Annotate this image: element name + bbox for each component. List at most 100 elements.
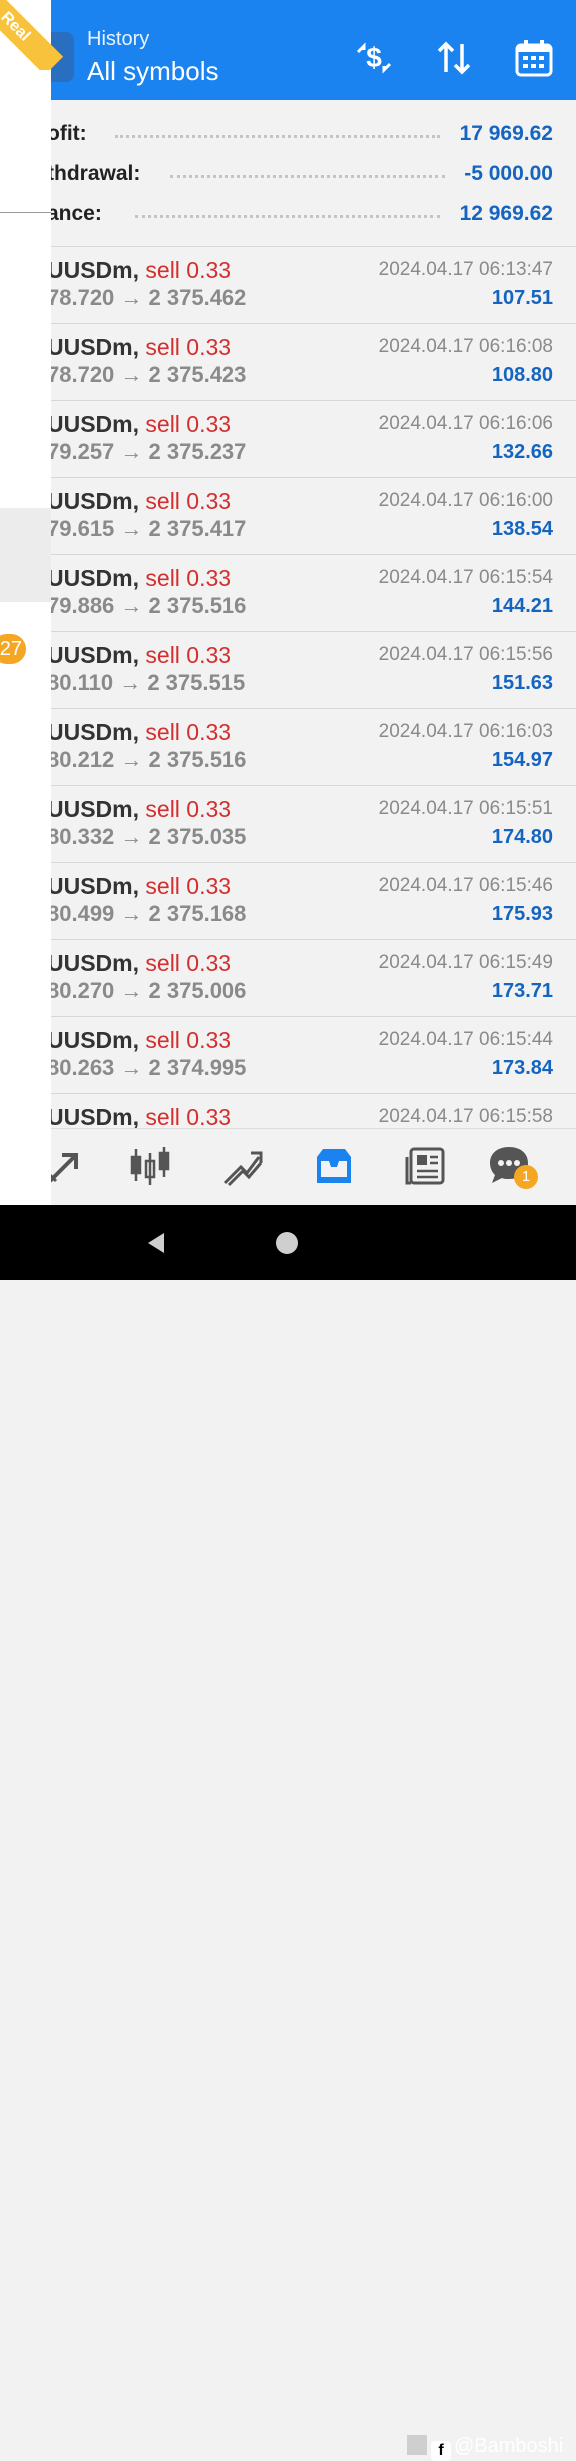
deal-prices: 80.110 → 2 375.515 — [47, 670, 246, 695]
deal-side: sell 0.33 — [145, 719, 232, 745]
deal-time: 2024.04.17 06:15:58 — [378, 1106, 553, 1127]
deal-symbol: UUSDm, — [47, 334, 140, 360]
deal-symbol: UUSDm, — [47, 642, 140, 668]
deal-symbol-line: UUSDm, sell 0.33 — [47, 719, 231, 746]
deal-open-price: 79.886 — [47, 593, 115, 618]
deal-prices: 80.212 → 2 375.516 — [47, 747, 247, 772]
deal-symbol: UUSDm, — [47, 873, 140, 899]
deal-prices: 80.499 → 2 375.168 — [47, 901, 247, 926]
deal-prices: 79.886 → 2 375.516 — [47, 593, 247, 618]
trend-icon[interactable] — [219, 1143, 265, 1189]
deal-symbol-line: UUSDm, sell 0.33 — [47, 642, 231, 669]
deal-symbol: UUSDm, — [47, 488, 140, 514]
deal-close-price: 2 375.515 — [147, 670, 246, 695]
deal-row[interactable]: UUSDm, sell 0.33 80.499 → 2 375.168 2024… — [0, 863, 576, 940]
chat-tab[interactable]: 1 — [486, 1143, 546, 1193]
app-header: History All symbols $ — [0, 0, 576, 100]
deal-time: 2024.04.17 06:13:47 — [378, 259, 553, 280]
side-drawer-edge[interactable]: 27 — [0, 0, 51, 1205]
deal-close-price: 2 375.168 — [148, 901, 247, 926]
deal-close-price: 2 374.995 — [148, 1055, 247, 1080]
deal-symbol: UUSDm, — [47, 257, 140, 283]
profit-value: 17 969.62 — [459, 122, 553, 145]
deal-profit: 173.84 — [491, 1057, 553, 1079]
deal-symbol: UUSDm, — [47, 1104, 140, 1130]
dotted-leader — [170, 175, 445, 178]
deal-close-price: 2 375.237 — [148, 439, 247, 464]
deal-side: sell 0.33 — [145, 796, 232, 822]
deal-time: 2024.04.17 06:16:08 — [378, 336, 553, 357]
deal-open-price: 80.332 — [47, 824, 115, 849]
calendar-icon[interactable] — [514, 38, 554, 78]
deal-side: sell 0.33 — [145, 257, 232, 283]
account-type-ribbon: Real — [0, 0, 64, 70]
drawer-selected-item[interactable] — [0, 508, 51, 602]
deal-close-price: 2 375.417 — [148, 516, 247, 541]
deal-prices: 79.257 → 2 375.237 — [47, 439, 247, 464]
deal-side: sell 0.33 — [145, 565, 232, 591]
withdrawal-label: thdrawal: — [47, 162, 141, 185]
deal-symbol-line: UUSDm, sell 0.33 — [47, 411, 231, 438]
deal-row[interactable]: UUSDm, sell 0.33 80.332 → 2 375.035 2024… — [0, 786, 576, 863]
deal-row[interactable]: UUSDm, sell 0.33 79.886 → 2 375.516 2024… — [0, 555, 576, 632]
deal-row[interactable]: UUSDm, sell 0.33 79.257 → 2 375.237 2024… — [0, 401, 576, 478]
sort-icon[interactable] — [434, 38, 474, 78]
deal-symbol: UUSDm, — [47, 411, 140, 437]
summary-profit-row: ofit: 17 969.62 — [0, 114, 576, 154]
deal-open-price: 80.110 — [47, 670, 114, 695]
deal-profit: 175.93 — [491, 903, 553, 925]
deal-close-price: 2 375.462 — [148, 285, 247, 310]
back-icon[interactable] — [144, 1231, 168, 1255]
chart-candles-icon[interactable] — [127, 1143, 173, 1189]
deal-open-price: 78.720 — [47, 285, 115, 310]
summary-withdrawal-row: thdrawal: -5 000.00 — [0, 154, 576, 194]
deal-side: sell 0.33 — [145, 1027, 232, 1053]
deal-symbol: UUSDm, — [47, 950, 140, 976]
deal-symbol-line: UUSDm, sell 0.33 — [47, 1104, 231, 1131]
deal-profit: 108.80 — [491, 364, 553, 386]
recents-icon[interactable] — [407, 2435, 427, 2455]
deal-profit: 154.97 — [491, 749, 553, 771]
deal-side: sell 0.33 — [145, 950, 232, 976]
drawer-count-badge: 27 — [0, 634, 26, 664]
deal-side: sell 0.33 — [145, 642, 232, 668]
deal-open-price: 79.615 — [47, 516, 115, 541]
svg-text:$: $ — [366, 42, 382, 73]
deal-side: sell 0.33 — [145, 873, 232, 899]
deal-time: 2024.04.17 06:15:51 — [378, 798, 553, 819]
deal-profit: 138.54 — [491, 518, 553, 540]
balance-value: 12 969.62 — [459, 202, 553, 225]
deal-side: sell 0.33 — [145, 1104, 232, 1130]
deal-profit: 174.80 — [491, 826, 553, 848]
deal-open-price: 80.270 — [47, 978, 115, 1003]
account-type-corner: Real — [0, 0, 70, 70]
deal-row[interactable]: UUSDm, sell 0.33 79.615 → 2 375.417 2024… — [0, 478, 576, 555]
news-icon[interactable] — [403, 1143, 449, 1189]
deal-side: sell 0.33 — [145, 334, 232, 360]
deal-row[interactable]: UUSDm, sell 0.33 80.263 → 2 374.995 2024… — [0, 1017, 576, 1094]
deal-row[interactable]: UUSDm, sell 0.33 78.720 → 2 375.423 2024… — [0, 324, 576, 401]
deal-symbol-line: UUSDm, sell 0.33 — [47, 950, 231, 977]
summary-balance-row: ance: 12 969.62 — [0, 194, 576, 234]
home-icon[interactable] — [275, 1231, 299, 1255]
deal-symbol: UUSDm, — [47, 565, 140, 591]
deal-symbol: UUSDm, — [47, 1027, 140, 1053]
deal-row[interactable]: UUSDm, sell 0.33 78.720 → 2 375.462 2024… — [0, 247, 576, 324]
deal-close-price: 2 375.006 — [148, 978, 247, 1003]
deal-symbol-line: UUSDm, sell 0.33 — [47, 257, 231, 284]
deal-row[interactable]: UUSDm, sell 0.33 2024.04.17 06:15:58 — [0, 1094, 576, 1131]
deal-side: sell 0.33 — [145, 411, 232, 437]
history-inbox-icon[interactable] — [311, 1143, 357, 1189]
deal-prices: 80.263 → 2 374.995 — [47, 1055, 247, 1080]
deposit-withdraw-icon[interactable]: $ — [354, 38, 394, 78]
deal-prices: 78.720 → 2 375.462 — [47, 285, 247, 310]
deal-row[interactable]: UUSDm, sell 0.33 80.212 → 2 375.516 2024… — [0, 709, 576, 786]
deal-close-price: 2 375.516 — [148, 747, 247, 772]
symbol-filter-title[interactable]: All symbols — [87, 56, 218, 87]
deal-row[interactable]: UUSDm, sell 0.33 80.270 → 2 375.006 2024… — [0, 940, 576, 1017]
deal-close-price: 2 375.516 — [148, 593, 247, 618]
deal-row[interactable]: UUSDm, sell 0.33 80.110 → 2 375.515 2024… — [0, 632, 576, 709]
deal-prices: 80.332 → 2 375.035 — [47, 824, 247, 849]
deal-profit: 144.21 — [491, 595, 553, 617]
deal-prices: 78.720 → 2 375.423 — [47, 362, 247, 387]
